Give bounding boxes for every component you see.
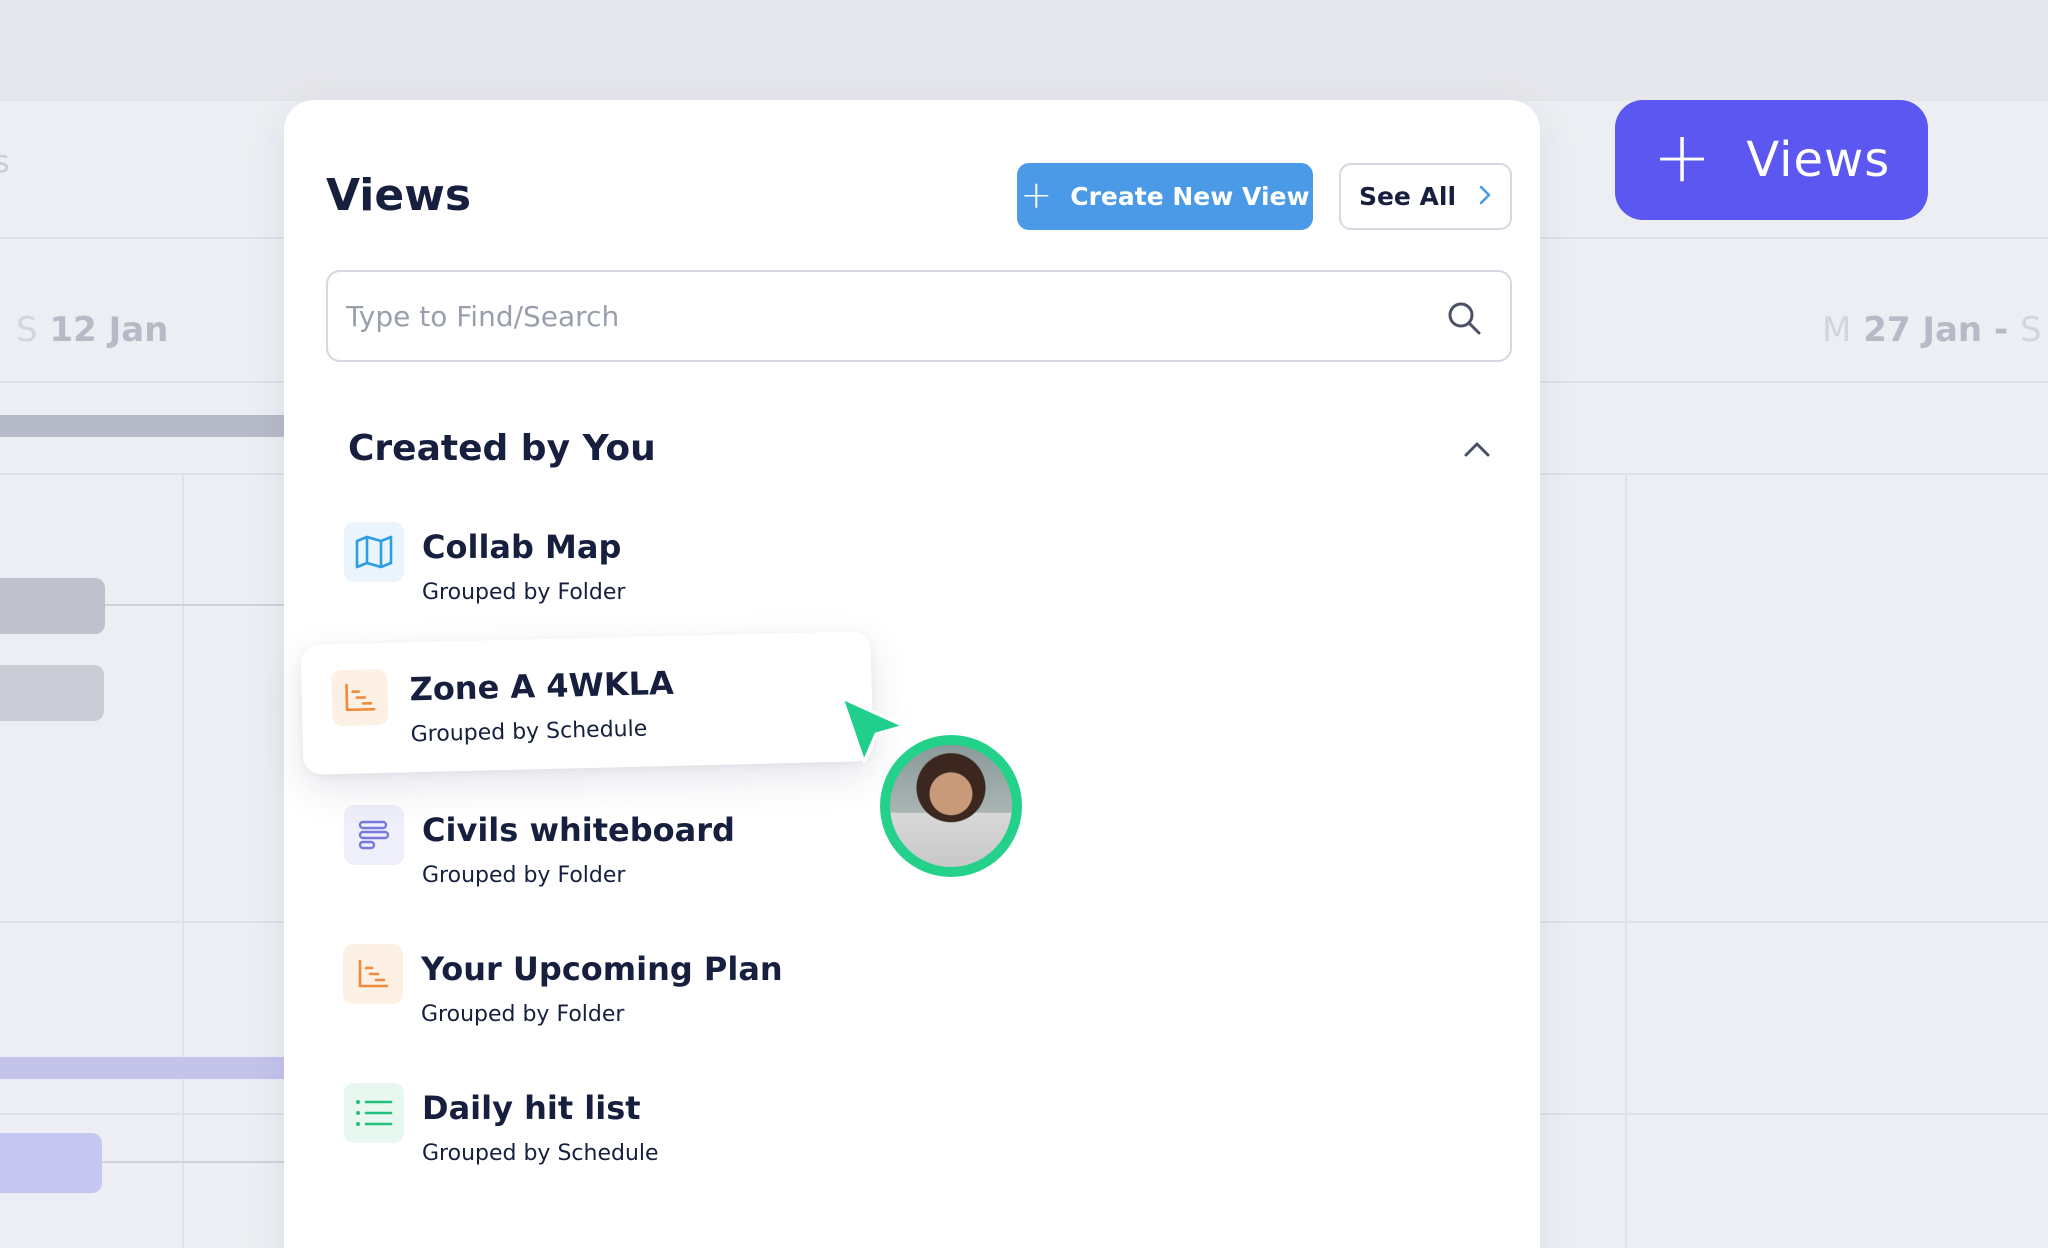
plus-icon: + bbox=[1020, 172, 1053, 217]
chevron-right-icon bbox=[1478, 179, 1492, 214]
views-button-label: Views bbox=[1746, 132, 1891, 188]
view-item-grouping: Grouped by Schedule bbox=[410, 716, 648, 748]
timeline-bar bbox=[0, 1057, 290, 1079]
timeline-bar bbox=[0, 578, 105, 634]
gantt-icon bbox=[343, 944, 403, 1004]
view-item-grouping: Grouped by Schedule bbox=[422, 1141, 659, 1166]
view-item-grouping: Grouped by Folder bbox=[422, 580, 626, 605]
view-item-daily-hit-list[interactable]: Daily hit list Grouped by Schedule bbox=[344, 1083, 944, 1173]
list-icon bbox=[344, 1083, 404, 1143]
view-item-grouping: Grouped by Folder bbox=[422, 863, 626, 888]
plus-icon: + bbox=[1652, 116, 1713, 198]
view-item-name: Collab Map bbox=[422, 528, 622, 566]
view-item-name: Daily hit list bbox=[422, 1089, 641, 1127]
panel-title: Views bbox=[326, 170, 472, 221]
view-item-name: Zone A 4WKLA bbox=[409, 663, 675, 709]
see-all-button[interactable]: See All bbox=[1339, 163, 1512, 230]
map-icon bbox=[344, 522, 404, 582]
background-label: s bbox=[0, 145, 10, 180]
see-all-label: See All bbox=[1358, 182, 1457, 211]
view-item-zone-a-4wkla[interactable]: Zone A 4WKLA Grouped by Schedule bbox=[300, 631, 874, 775]
timeline-bar bbox=[0, 665, 104, 721]
background-date-right: M 27 Jan - S 2 bbox=[1822, 310, 2042, 350]
timeline-bar bbox=[0, 1133, 102, 1193]
search-input[interactable] bbox=[346, 272, 1426, 360]
timeline-bar bbox=[0, 415, 290, 437]
search-icon[interactable] bbox=[1446, 300, 1482, 336]
section-title: Created by You bbox=[348, 428, 656, 469]
search-box bbox=[326, 270, 1512, 362]
view-item-name: Civils whiteboard bbox=[422, 811, 735, 849]
create-new-view-button[interactable]: + Create New View bbox=[1017, 163, 1313, 230]
chevron-up-icon[interactable] bbox=[1460, 433, 1494, 467]
views-button[interactable]: + Views bbox=[1615, 100, 1928, 220]
gantt-icon bbox=[331, 668, 389, 727]
view-item-collab-map[interactable]: Collab Map Grouped by Folder bbox=[344, 522, 944, 612]
background-top-bar bbox=[0, 0, 2048, 100]
board-icon bbox=[344, 805, 404, 865]
view-item-grouping: Grouped by Folder bbox=[421, 1002, 625, 1027]
view-item-name: Your Upcoming Plan bbox=[421, 950, 783, 988]
background-date-left: S 12 Jan bbox=[16, 310, 169, 350]
view-item-your-upcoming-plan[interactable]: Your Upcoming Plan Grouped by Folder bbox=[343, 944, 963, 1034]
create-new-view-label: Create New View bbox=[1070, 182, 1310, 211]
avatar-photo bbox=[890, 745, 1012, 867]
view-item-civils-whiteboard[interactable]: Civils whiteboard Grouped by Folder bbox=[344, 805, 944, 895]
collaborator-avatar bbox=[880, 735, 1022, 877]
